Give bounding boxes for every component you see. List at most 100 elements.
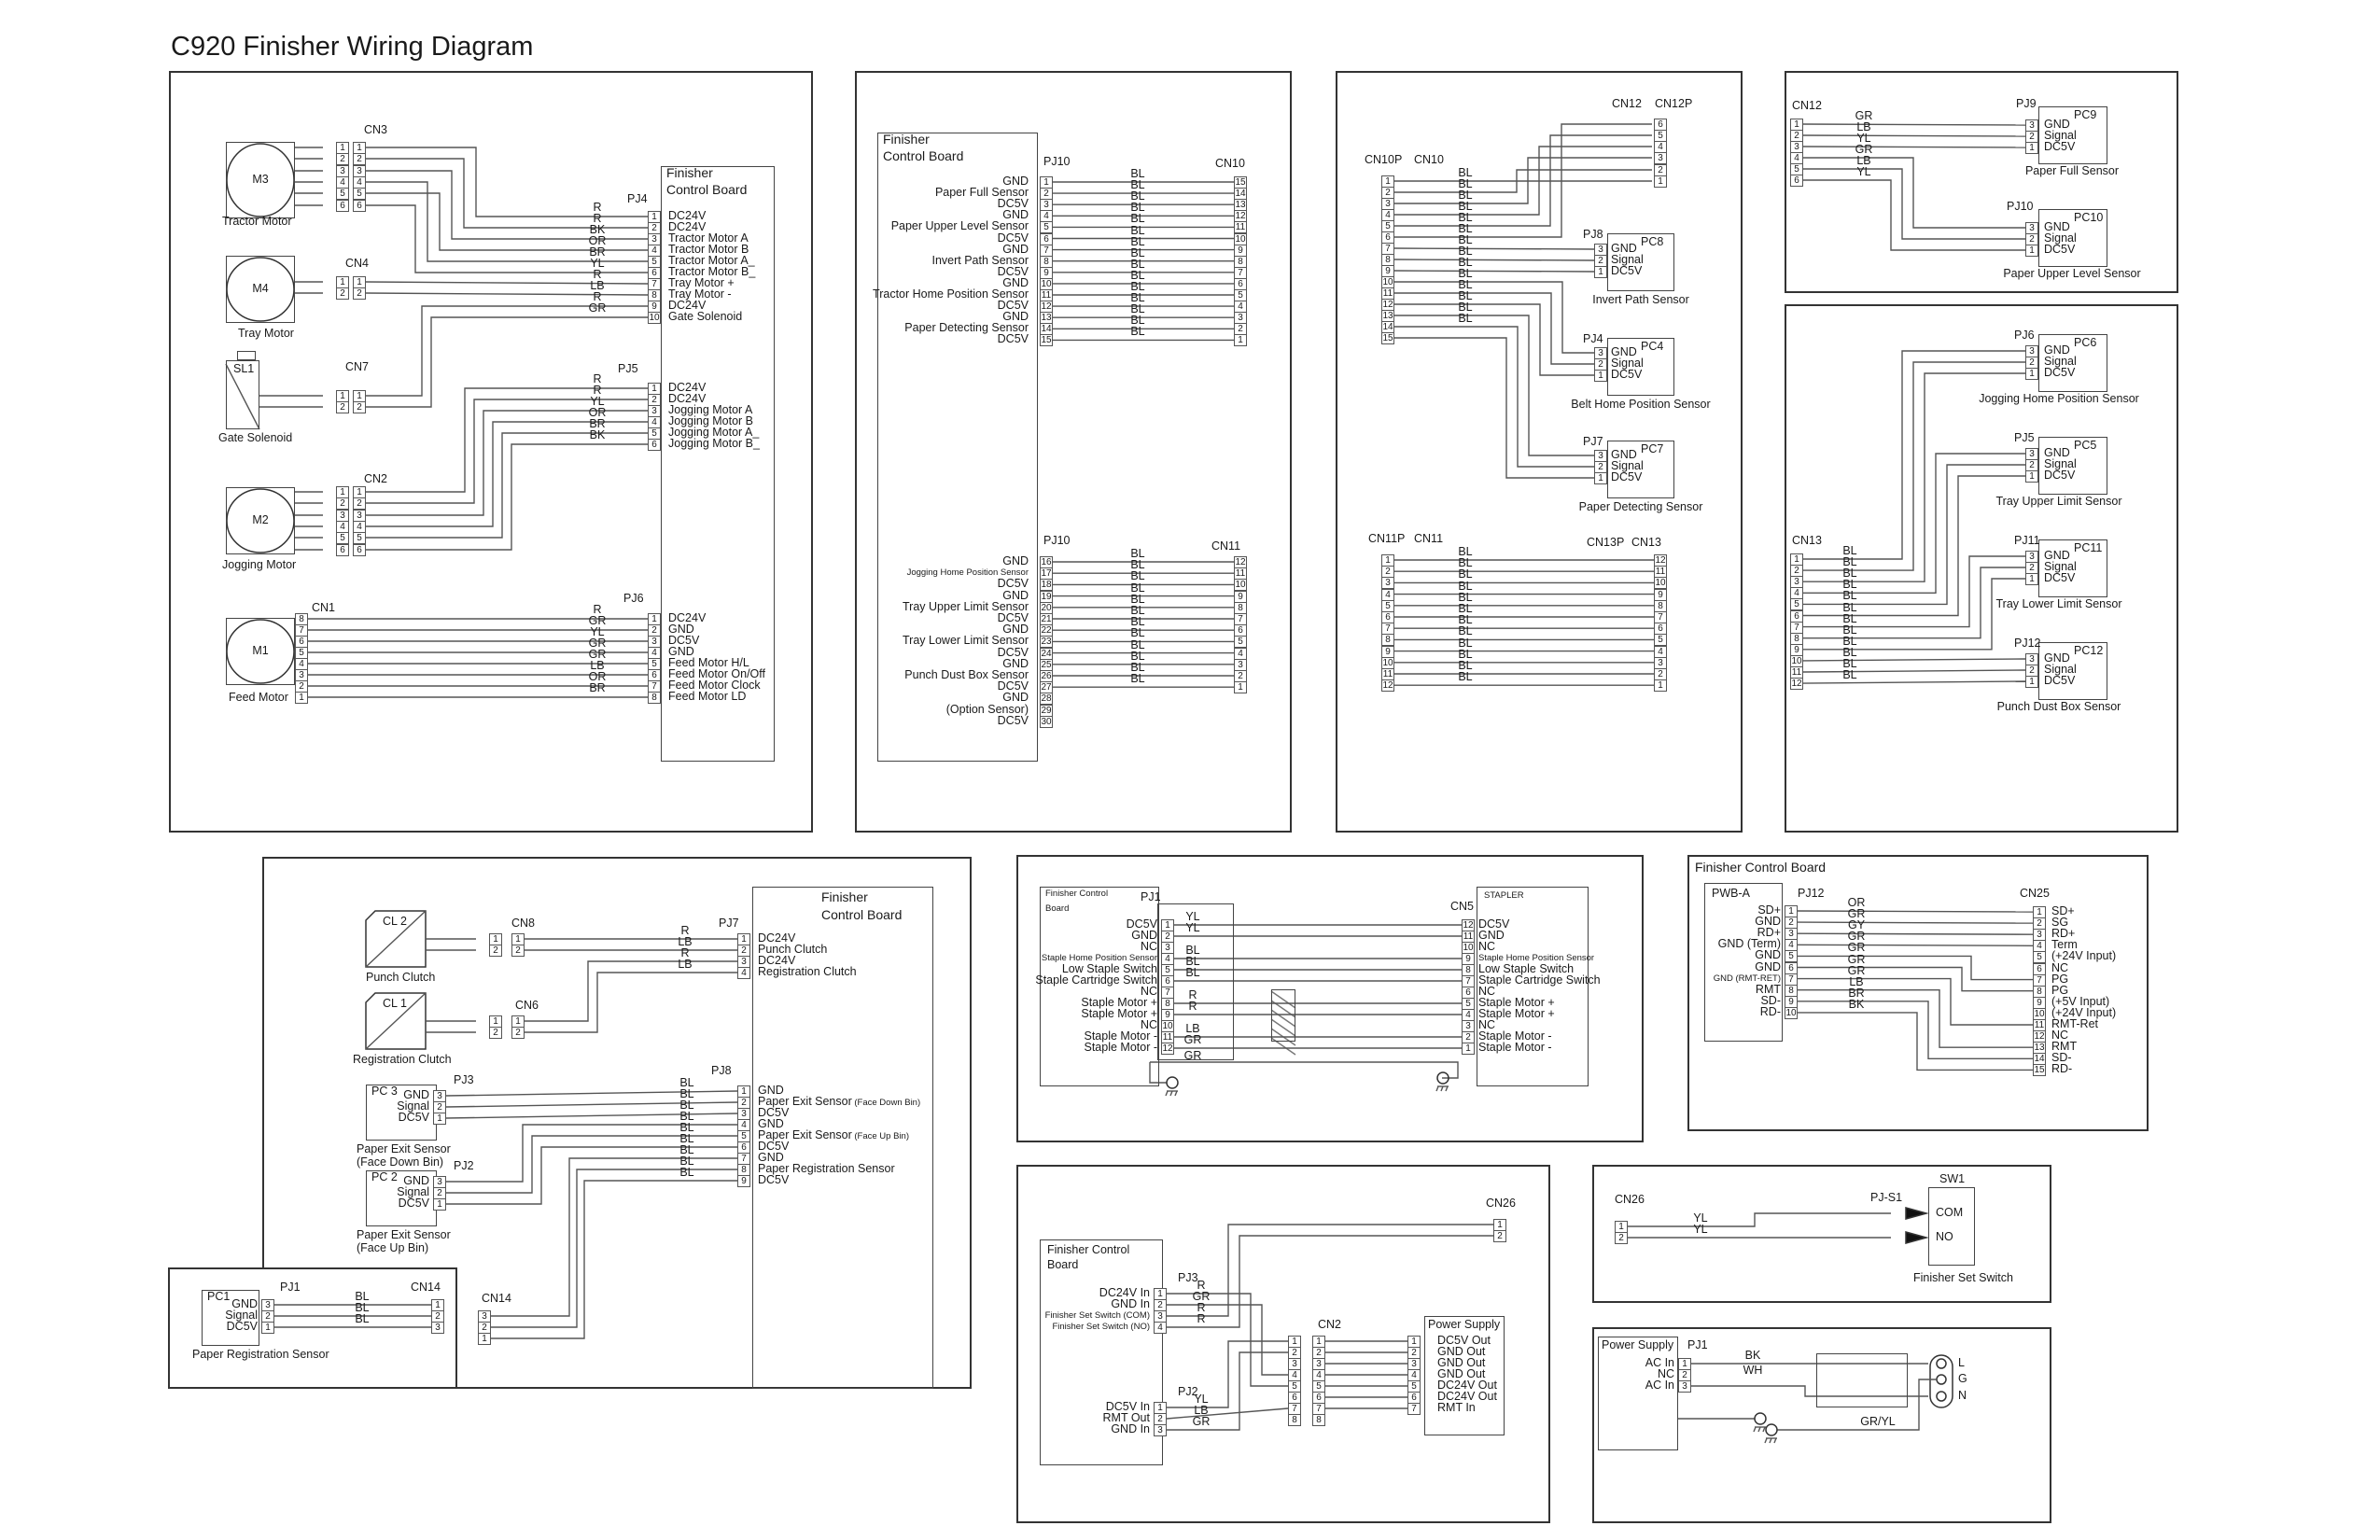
- pj8-signal-note: (Face Down Bin): [851, 1098, 921, 1108]
- ps-signal: RMT In: [1437, 1401, 1476, 1414]
- pj12-pin: 8: [1785, 984, 1798, 997]
- pwba-label: PWB-A: [1712, 887, 1750, 900]
- cn25-pin: 3: [2033, 929, 2046, 942]
- clutch-id: CL 2: [383, 915, 407, 928]
- pj10-pin: 23: [1040, 636, 1053, 649]
- cn3-label: CN3: [364, 123, 388, 136]
- sensor-pin: 1: [433, 1198, 446, 1211]
- cn10-pin: 12: [1234, 210, 1247, 223]
- cn10p-pin: 15: [1381, 332, 1394, 344]
- pj10-pin: 8: [1040, 255, 1053, 268]
- pj10-pin: 15: [1040, 334, 1053, 347]
- stapler-signal: Staple Cartridge Switch: [1035, 973, 1157, 987]
- cn11-pin: 6: [1234, 624, 1247, 637]
- cn26-label: CN26: [1486, 1197, 1516, 1210]
- pj10-pin: 19: [1040, 590, 1053, 603]
- sensor-name: Belt Home Position Sensor: [1571, 398, 1711, 411]
- jogging-motor-id: M2: [252, 513, 269, 526]
- cn12-label: CN12: [1612, 97, 1642, 110]
- cn5-pin: 1: [1462, 1043, 1475, 1055]
- pj10-pin: 1: [1040, 176, 1053, 189]
- connector-pin: 2: [353, 287, 366, 300]
- ferrite-core: [1271, 989, 1295, 1042]
- power-supply-label: Power Supply: [1602, 1338, 1674, 1351]
- sensor-id: PC4: [1641, 340, 1664, 353]
- pc1-pin-label: DC5V: [226, 1320, 258, 1333]
- pj3-signal: Finisher Set Switch (NO): [1052, 1322, 1150, 1332]
- cn13-pin: 11: [1790, 666, 1803, 679]
- feed-motor-label: Feed Motor: [229, 691, 288, 704]
- solenoid-cap: [237, 351, 256, 360]
- sensor-pin-label: DC5V: [2044, 140, 2076, 153]
- cn12p-label: CN12P: [1655, 97, 1693, 110]
- sensor-name: (Face Up Bin): [357, 1241, 429, 1254]
- sensor-pj-label: PJ3: [454, 1073, 474, 1086]
- wire-color: R: [1197, 1312, 1206, 1325]
- connector-pin: 2: [336, 497, 349, 510]
- cn14-pin: 3: [431, 1322, 444, 1334]
- cn13-pin: 7: [1790, 621, 1803, 634]
- pj6-pin: 8: [648, 692, 661, 704]
- sensor-pin-label: DC5V: [2044, 571, 2076, 584]
- pj10-pin: 9: [1040, 266, 1053, 279]
- cn11-pin: 8: [1234, 601, 1247, 614]
- line-filter: [1816, 1353, 1908, 1407]
- wire-color: BL: [1130, 672, 1145, 686]
- pj10-pin: 20: [1040, 601, 1053, 614]
- cn11-pin: 10: [1234, 579, 1247, 592]
- panel-cn12: [1785, 71, 2178, 293]
- connector-pin: 2: [511, 945, 525, 957]
- tractor-motor-label: Tractor Motor: [222, 215, 292, 228]
- sensor-pin: 1: [1594, 370, 1607, 382]
- pj1-label: PJ1: [1141, 890, 1161, 903]
- cn11-pin: 4: [1234, 647, 1247, 660]
- switch-name: Finisher Set Switch: [1913, 1271, 2013, 1284]
- stapler-signal: Staple Motor -: [1084, 1041, 1157, 1054]
- sensor-id: PC10: [2074, 211, 2104, 224]
- cn14-pin: 1: [478, 1333, 491, 1345]
- board-label: Finisher: [883, 132, 930, 147]
- cn11-pin: 7: [1234, 613, 1247, 625]
- pwba-signal: GND: [1755, 959, 1781, 973]
- cn12p-pin: 1: [1654, 175, 1667, 188]
- board-label: Finisher Control: [1045, 889, 1109, 899]
- sensor-pj-label: PJ5: [2014, 431, 2035, 444]
- cn13-pin: 3: [1790, 576, 1803, 589]
- cn13p-pin: 12: [1654, 554, 1667, 567]
- sensor-name: Punch Dust Box Sensor: [1996, 700, 2121, 713]
- sensor-pin: 1: [2025, 470, 2038, 483]
- cn26-pin: 2: [1615, 1232, 1628, 1244]
- cn13-pin: 2: [1790, 565, 1803, 578]
- cn11p-pin: 8: [1381, 634, 1394, 647]
- panel-title: Finisher Control Board: [1695, 860, 1827, 875]
- pj12-pin: 9: [1785, 995, 1798, 1008]
- sensor-pin-label: DC5V: [398, 1197, 429, 1210]
- clutch-name: Registration Clutch: [353, 1053, 452, 1066]
- pj10-pin: 3: [1040, 199, 1053, 212]
- pj10-signal: DC5V: [997, 332, 1029, 346]
- sw1-label: SW1: [1939, 1172, 1966, 1185]
- pj10-pin: 10: [1040, 277, 1053, 290]
- connector-label: CN6: [515, 999, 539, 1012]
- cn13p-pin: 8: [1654, 599, 1667, 612]
- sensor-pin-label: DC5V: [2044, 243, 2076, 256]
- panel-cn10: [1336, 71, 1743, 833]
- cn11p-pin: 2: [1381, 566, 1394, 579]
- connector-pin: 2: [489, 945, 502, 957]
- connector-pin: 2: [336, 401, 349, 413]
- sensor-pin-label: DC5V: [2044, 469, 2076, 482]
- cn10-pin: 13: [1234, 199, 1247, 212]
- cn12-label: CN12: [1792, 99, 1822, 112]
- wire-color: GR: [1183, 1033, 1202, 1046]
- cn11-pin: 9: [1234, 590, 1247, 603]
- wire-color: BL: [1458, 670, 1473, 684]
- sensor-name: Jogging Home Position Sensor: [1979, 392, 2139, 405]
- cn13-pin: 5: [1790, 598, 1803, 611]
- cn25-pin: 2: [2033, 917, 2046, 931]
- wire-color: GR: [1192, 1415, 1211, 1428]
- stapler-cn-signal: Staple Cartridge Switch: [1478, 973, 1601, 987]
- wire-color: BK: [589, 428, 606, 441]
- pj12-pin: 2: [1785, 917, 1798, 930]
- sensor-name: Paper Registration Sensor: [192, 1348, 329, 1361]
- cn25-pin: 7: [2033, 973, 2046, 987]
